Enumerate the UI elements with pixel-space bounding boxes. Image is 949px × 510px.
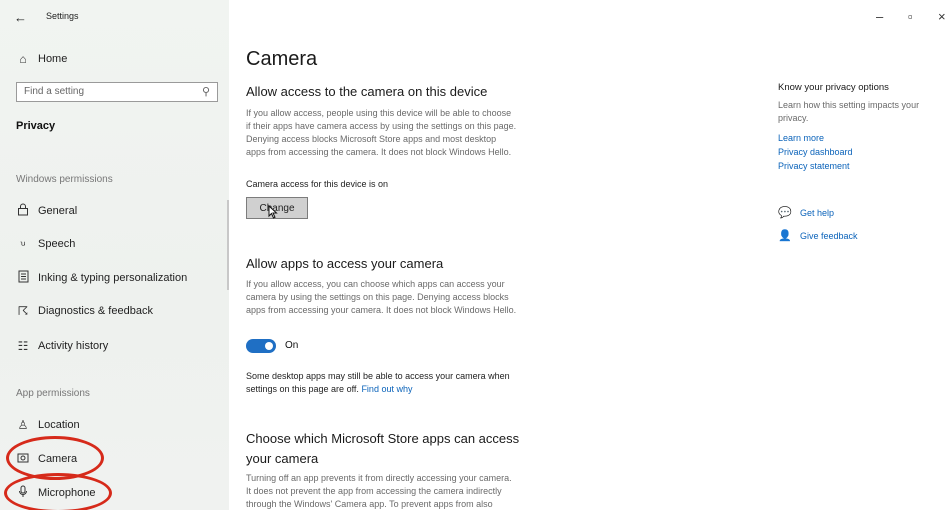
sidebar-item-label: Inking & typing personalization	[38, 272, 188, 284]
sidebar-item-general[interactable]: General	[16, 199, 77, 223]
back-arrow-icon[interactable]: ←	[14, 10, 27, 25]
sidebar-item-inking[interactable]: Inking & typing personalization	[16, 266, 187, 290]
help-icon: 💬	[778, 207, 792, 219]
text-line: through the Windows' Camera app. To prev…	[246, 499, 493, 509]
learn-more-link[interactable]: Learn more	[778, 133, 824, 143]
sidebar-item-label: Activity history	[38, 340, 109, 352]
search-icon: ⚲	[201, 86, 210, 98]
search-placeholder: Find a setting	[24, 86, 85, 97]
mouse-cursor-icon	[268, 204, 278, 222]
text-line: Turning off an app prevents it from dire…	[246, 473, 512, 483]
page-title: Camera	[246, 48, 318, 70]
maximize-icon[interactable]: ▫	[908, 9, 913, 24]
section1-description: If you allow access, people using this d…	[246, 107, 576, 159]
title-bar: ← Settings – ▫ ×	[0, 0, 949, 32]
text-line: If you allow access, you can choose whic…	[246, 279, 505, 289]
minimize-icon[interactable]: –	[876, 9, 883, 24]
section1-heading: Allow access to the camera on this devic…	[246, 84, 488, 99]
text-line: if their apps have camera access by usin…	[246, 121, 517, 131]
sidebar-item-label: Diagnostics & feedback	[38, 305, 153, 317]
toggle-knob	[265, 342, 273, 350]
app-permissions-header: App permissions	[16, 388, 90, 399]
text-line: Denying access blocks Microsoft Store ap…	[246, 134, 497, 144]
text-line: If you allow access, people using this d…	[246, 108, 512, 118]
toggle-state-label: On	[285, 340, 299, 351]
section3-heading: Choose which Microsoft Store apps can ac…	[246, 429, 519, 469]
text-line: Some desktop apps may still be able to a…	[246, 371, 510, 381]
sidebar-home[interactable]: ⌂ Home	[16, 47, 67, 71]
text-line: privacy.	[778, 113, 809, 123]
section3-description: Turning off an app prevents it from dire…	[246, 472, 576, 510]
privacy-options-text: Learn how this setting impacts your priv…	[778, 99, 948, 125]
section2-description: If you allow access, you can choose whic…	[246, 278, 576, 317]
desktop-apps-note: Some desktop apps may still be able to a…	[246, 370, 510, 396]
find-out-why-link[interactable]: Find out why	[361, 384, 412, 394]
location-icon: ♙	[17, 418, 29, 432]
inking-icon	[16, 270, 30, 286]
sidebar-scrollbar[interactable]	[227, 200, 229, 290]
sidebar: ⌂ Home Find a setting ⚲ Privacy Windows …	[0, 0, 229, 510]
sidebar-category: Privacy	[16, 120, 56, 132]
privacy-options-title: Know your privacy options	[778, 82, 889, 93]
microphone-highlight-ring	[4, 473, 112, 510]
home-icon: ⌂	[19, 52, 27, 66]
text-line: camera by using the settings on this pag…	[246, 292, 509, 302]
speech-icon: ꭟ	[20, 237, 26, 252]
give-feedback-link[interactable]: Give feedback	[800, 231, 858, 241]
section2-heading: Allow apps to access your camera	[246, 256, 444, 271]
text-line: apps from accessing the camera. It does …	[246, 147, 512, 157]
text-line: Learn how this setting impacts your	[778, 100, 920, 110]
apps-camera-toggle[interactable]	[246, 339, 276, 353]
activity-icon: ☷	[17, 339, 29, 353]
camera-access-status: Camera access for this device is on	[246, 179, 389, 189]
get-help-link[interactable]: Get help	[800, 208, 834, 218]
heading-line: Choose which Microsoft Store apps can ac…	[246, 431, 520, 446]
settings-window: ⌂ Home Find a setting ⚲ Privacy Windows …	[0, 0, 949, 510]
diagnostics-icon: ☈	[17, 304, 29, 318]
privacy-statement-link[interactable]: Privacy statement	[778, 161, 850, 171]
sidebar-item-diagnostics[interactable]: ☈ Diagnostics & feedback	[16, 299, 153, 323]
text-line: settings on this page are off.	[246, 384, 359, 394]
search-input[interactable]: Find a setting ⚲	[16, 82, 218, 102]
sidebar-item-activity-history[interactable]: ☷ Activity history	[16, 334, 109, 358]
window-title: Settings	[46, 11, 79, 21]
sidebar-item-location[interactable]: ♙ Location	[16, 413, 80, 437]
windows-permissions-header: Windows permissions	[16, 174, 113, 185]
close-icon[interactable]: ×	[938, 9, 946, 24]
sidebar-home-label: Home	[38, 53, 68, 65]
sidebar-item-label: Location	[38, 419, 80, 431]
feedback-icon: 👤	[778, 230, 792, 242]
sidebar-item-label: Speech	[38, 238, 76, 250]
heading-line: your camera	[246, 451, 319, 466]
lock-icon	[16, 203, 30, 219]
text-line: It does not prevent the app from accessi…	[246, 486, 502, 496]
sidebar-item-label: General	[38, 205, 78, 217]
text-line: apps from accessing your camera. It does…	[246, 305, 517, 315]
privacy-dashboard-link[interactable]: Privacy dashboard	[778, 147, 853, 157]
sidebar-item-speech[interactable]: ꭟ Speech	[16, 232, 75, 256]
